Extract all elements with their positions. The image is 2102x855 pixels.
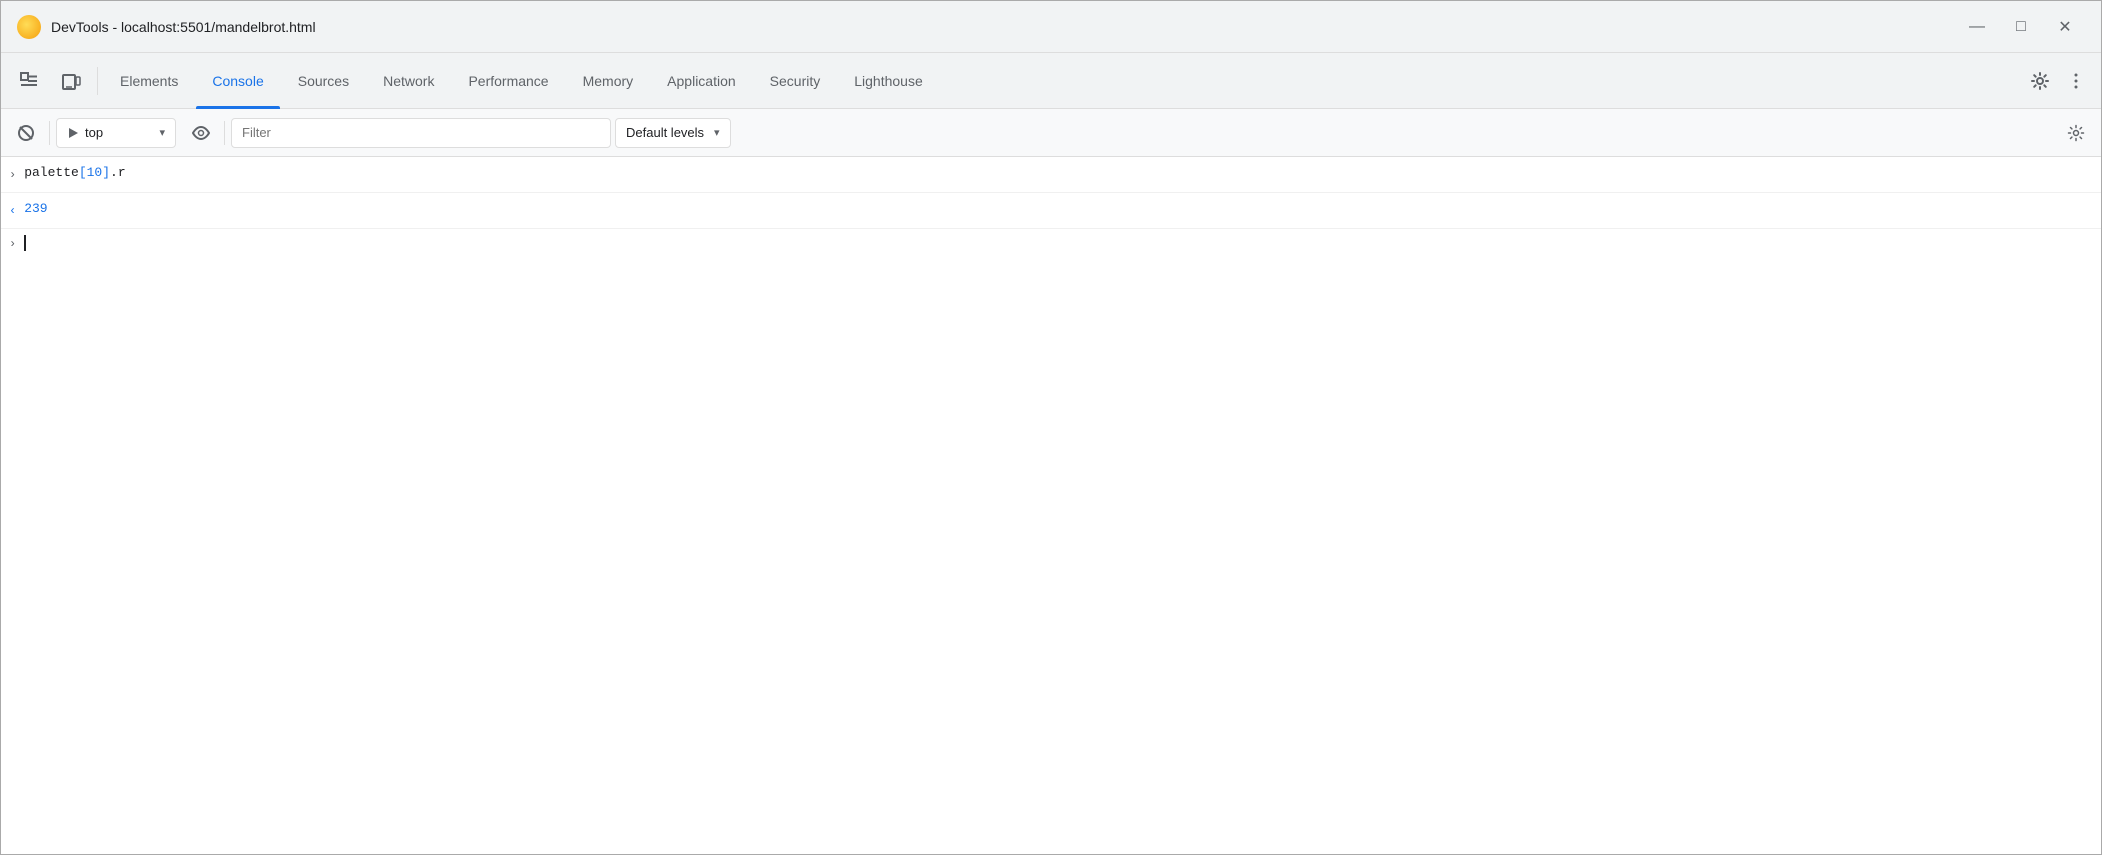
toolbar-divider-1	[49, 121, 50, 145]
tab-performance[interactable]: Performance	[452, 61, 564, 101]
console-entry-input: › palette[10].r	[1, 157, 2101, 193]
bracket-close: ]	[102, 165, 110, 180]
tab-sources[interactable]: Sources	[282, 61, 365, 101]
output-value: 239	[24, 199, 47, 219]
title-bar: DevTools - localhost:5501/mandelbrot.htm…	[1, 1, 2101, 53]
more-icon	[2066, 71, 2086, 91]
console-toolbar: top ▾ Default levels ▾	[1, 109, 2101, 157]
maximize-button[interactable]: □	[2001, 9, 2041, 45]
tab-console[interactable]: Console	[196, 61, 279, 101]
window-title: DevTools - localhost:5501/mandelbrot.htm…	[51, 19, 316, 35]
tab-memory[interactable]: Memory	[567, 61, 650, 101]
prompt-arrow: ›	[9, 237, 16, 251]
tab-bar-right	[2023, 64, 2093, 98]
console-content: › palette[10].r ‹ 239 ›	[1, 157, 2101, 854]
tab-elements[interactable]: Elements	[104, 61, 194, 101]
tab-bar: Elements Console Sources Network Perform…	[1, 53, 2101, 109]
index-value: 10	[87, 165, 103, 180]
toolbar-divider-2	[224, 121, 225, 145]
console-entry-output: ‹ 239	[1, 193, 2101, 229]
tab-lighthouse[interactable]: Lighthouse	[838, 61, 939, 101]
device-toggle-button[interactable]	[51, 61, 91, 101]
context-value: top	[85, 125, 103, 140]
console-settings-button[interactable]	[2059, 116, 2093, 150]
devtools-icon	[17, 15, 41, 39]
settings-icon	[2030, 71, 2050, 91]
more-button[interactable]	[2059, 64, 2093, 98]
levels-arrow: ▾	[714, 126, 720, 139]
tab-security[interactable]: Security	[754, 61, 837, 101]
devtools-window: DevTools - localhost:5501/mandelbrot.htm…	[0, 0, 2102, 855]
levels-label: Default levels	[626, 125, 704, 140]
device-icon	[61, 71, 81, 91]
tab-divider	[97, 67, 98, 95]
output-arrow: ‹	[9, 201, 16, 221]
console-cursor	[24, 235, 26, 251]
bracket-open: [	[79, 165, 87, 180]
clear-console-button[interactable]	[9, 116, 43, 150]
eye-icon	[192, 124, 210, 142]
close-button[interactable]: ✕	[2045, 9, 2085, 45]
context-dropdown-arrow: ▾	[159, 126, 165, 139]
tab-bar-left: Elements Console Sources Network Perform…	[9, 61, 939, 101]
title-bar-left: DevTools - localhost:5501/mandelbrot.htm…	[17, 15, 316, 39]
console-prompt-row[interactable]: ›	[1, 229, 2101, 265]
console-input-text: palette[10].r	[24, 163, 2093, 183]
live-expressions-button[interactable]	[184, 116, 218, 150]
context-selector[interactable]: top ▾	[56, 118, 176, 148]
settings-button[interactable]	[2023, 64, 2057, 98]
levels-dropdown[interactable]: Default levels ▾	[615, 118, 731, 148]
filter-input[interactable]	[231, 118, 611, 148]
tab-application[interactable]: Application	[651, 61, 752, 101]
expand-arrow[interactable]: ›	[9, 165, 16, 185]
minimize-button[interactable]: —	[1957, 9, 1997, 45]
tab-network[interactable]: Network	[367, 61, 450, 101]
play-icon	[67, 127, 79, 139]
window-controls: — □ ✕	[1957, 9, 2085, 45]
inspect-button[interactable]	[9, 61, 49, 101]
console-settings-icon	[2067, 124, 2085, 142]
clear-icon	[17, 124, 35, 142]
inspect-icon	[19, 71, 39, 91]
